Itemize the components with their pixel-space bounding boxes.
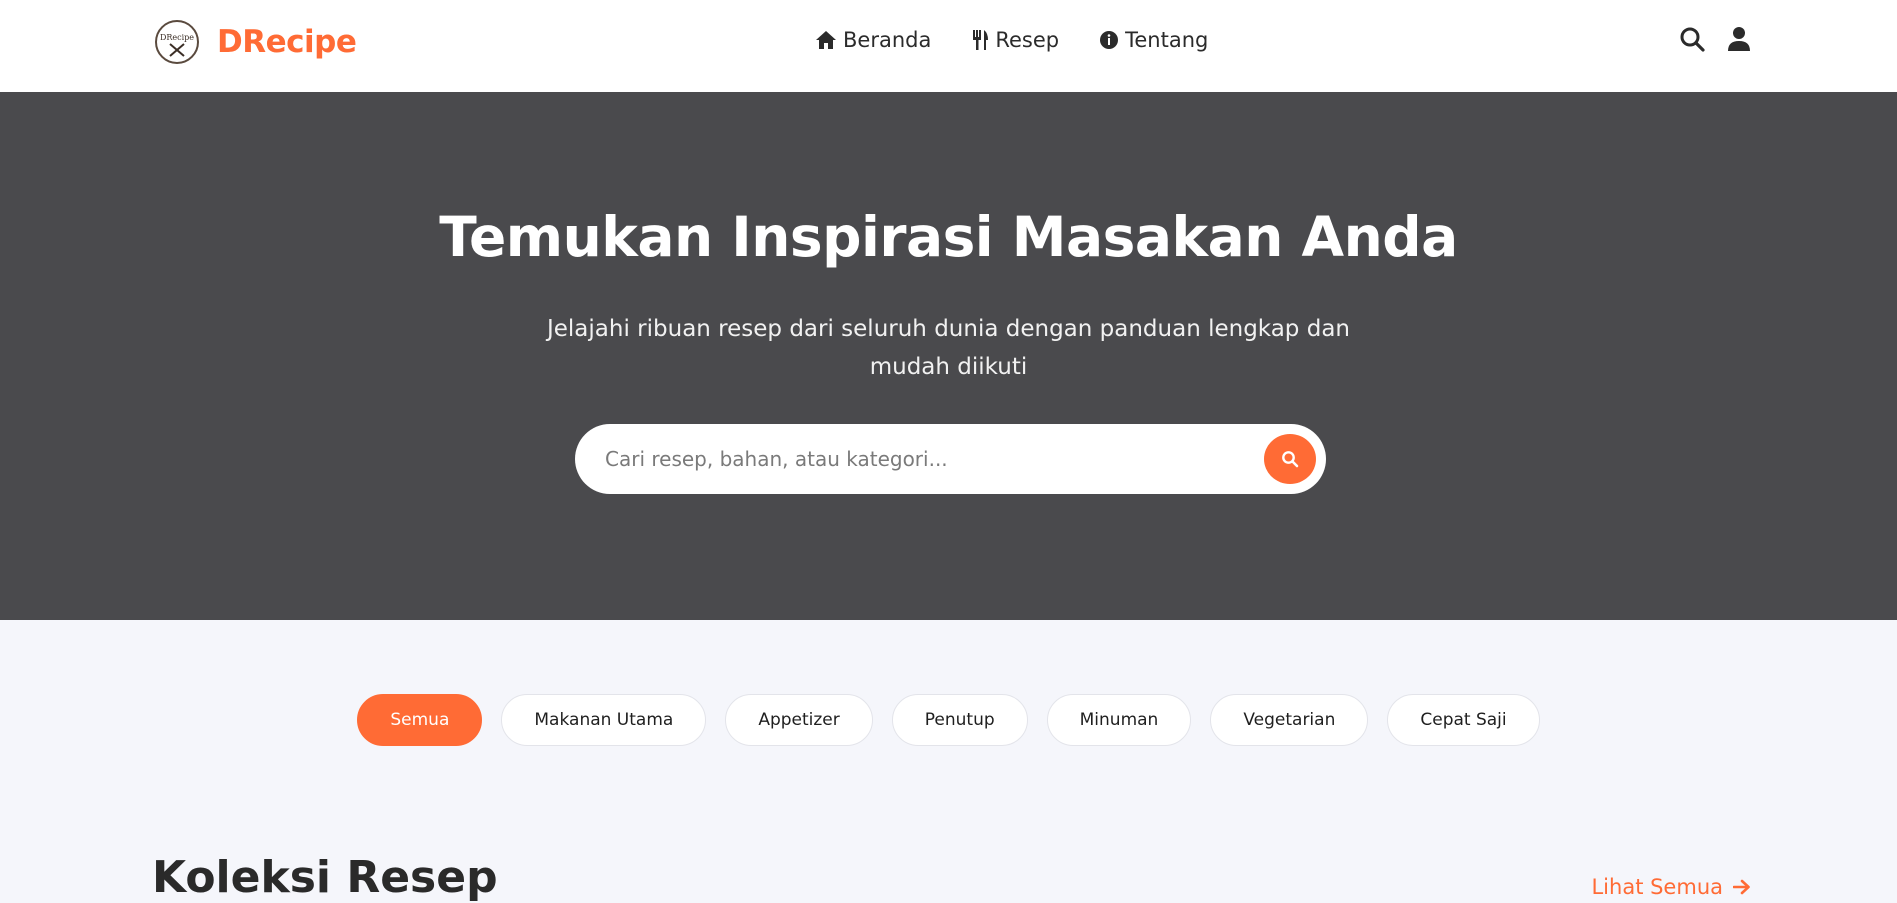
see-all-link[interactable]: Lihat Semua <box>1591 875 1751 899</box>
section-title: Koleksi Resep <box>152 852 498 903</box>
user-icon <box>1728 27 1750 51</box>
navbar: DRecipe DRecipe Beranda Resep Tentang <box>0 0 1897 92</box>
category-pill-minuman[interactable]: Minuman <box>1046 694 1192 746</box>
nav-label: Tentang <box>1125 28 1209 52</box>
main-nav: Beranda Resep Tentang <box>815 28 1248 52</box>
hero-search-bar <box>575 424 1326 494</box>
category-pill-vegetarian[interactable]: Vegetarian <box>1210 694 1369 746</box>
category-pill-cepat-saji[interactable]: Cepat Saji <box>1387 694 1540 746</box>
user-button[interactable] <box>1727 26 1751 56</box>
search-input[interactable] <box>605 444 1225 474</box>
info-icon <box>1100 31 1119 49</box>
category-pill-semua[interactable]: Semua <box>357 694 483 746</box>
search-icon <box>1680 27 1705 52</box>
nav-label: Beranda <box>843 28 932 52</box>
search-icon <box>1282 451 1299 468</box>
header-actions <box>1657 26 1751 56</box>
nav-item-tentang[interactable]: Tentang <box>1099 28 1208 52</box>
brand[interactable]: DRecipe DRecipe <box>155 20 357 64</box>
logo: DRecipe <box>155 20 199 64</box>
brand-name: DRecipe <box>217 24 357 60</box>
utensils-cross-icon <box>169 43 185 57</box>
hero-title: Temukan Inspirasi Masakan Anda <box>439 205 1458 269</box>
nav-label: Resep <box>995 28 1060 52</box>
see-all-label: Lihat Semua <box>1591 875 1723 899</box>
search-button[interactable] <box>1679 26 1705 56</box>
category-filter: Semua Makanan Utama Appetizer Penutup Mi… <box>0 694 1897 746</box>
nav-item-resep[interactable]: Resep <box>971 28 1059 52</box>
search-submit-button[interactable] <box>1264 434 1316 484</box>
category-pill-appetizer[interactable]: Appetizer <box>725 694 873 746</box>
utensils-icon <box>973 30 989 50</box>
arrow-right-icon <box>1733 879 1750 895</box>
home-icon <box>816 31 836 49</box>
category-pill-penutup[interactable]: Penutup <box>891 694 1028 746</box>
logo-text: DRecipe <box>159 33 195 42</box>
hero-section: Temukan Inspirasi Masakan Anda Jelajahi … <box>0 92 1897 620</box>
nav-item-beranda[interactable]: Beranda <box>815 28 931 52</box>
hero-subtitle: Jelajahi ribuan resep dari seluruh dunia… <box>546 316 1350 380</box>
category-pill-makanan-utama[interactable]: Makanan Utama <box>501 694 707 746</box>
